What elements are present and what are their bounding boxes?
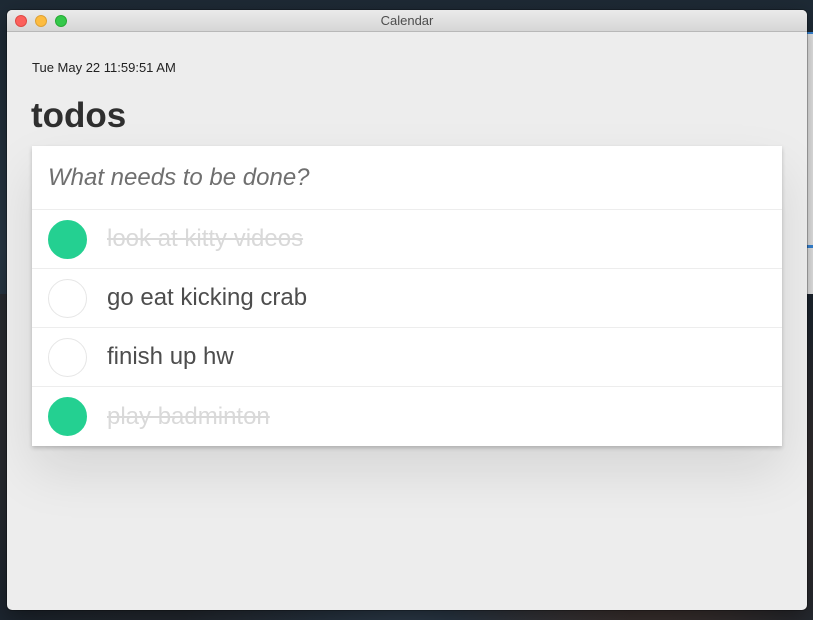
todo-checkbox[interactable] — [48, 337, 87, 377]
todo-item[interactable]: look at kitty videos — [32, 210, 782, 269]
todo-item[interactable]: go eat kicking crab — [32, 269, 782, 328]
todo-list-panel: look at kitty videos go eat kicking crab f… — [32, 146, 782, 446]
todo-label[interactable]: play badminton — [107, 403, 270, 431]
todo-label[interactable]: look at kitty videos — [107, 225, 303, 253]
todo-label[interactable]: go eat kicking crab — [107, 284, 307, 312]
todo-label[interactable]: finish up hw — [107, 343, 234, 371]
new-todo-input[interactable] — [48, 163, 782, 192]
window-title: Calendar — [380, 13, 434, 28]
completed-checkbox[interactable] — [48, 219, 87, 259]
todo-checkbox[interactable] — [48, 278, 87, 318]
completed-checkbox[interactable] — [48, 397, 87, 436]
app-window: Calendar Tue May 22 11:59:51 AM todos lo… — [7, 10, 807, 610]
todo-item[interactable]: play badminton — [32, 387, 782, 446]
current-datetime: Tue May 22 11:59:51 AM — [32, 60, 176, 75]
todo-list: look at kitty videos go eat kicking crab f… — [32, 210, 782, 446]
todo-item[interactable]: finish up hw — [32, 328, 782, 387]
title-bar[interactable]: Calendar — [7, 10, 807, 32]
page-title: todos — [31, 96, 127, 135]
new-todo-row — [32, 146, 782, 210]
